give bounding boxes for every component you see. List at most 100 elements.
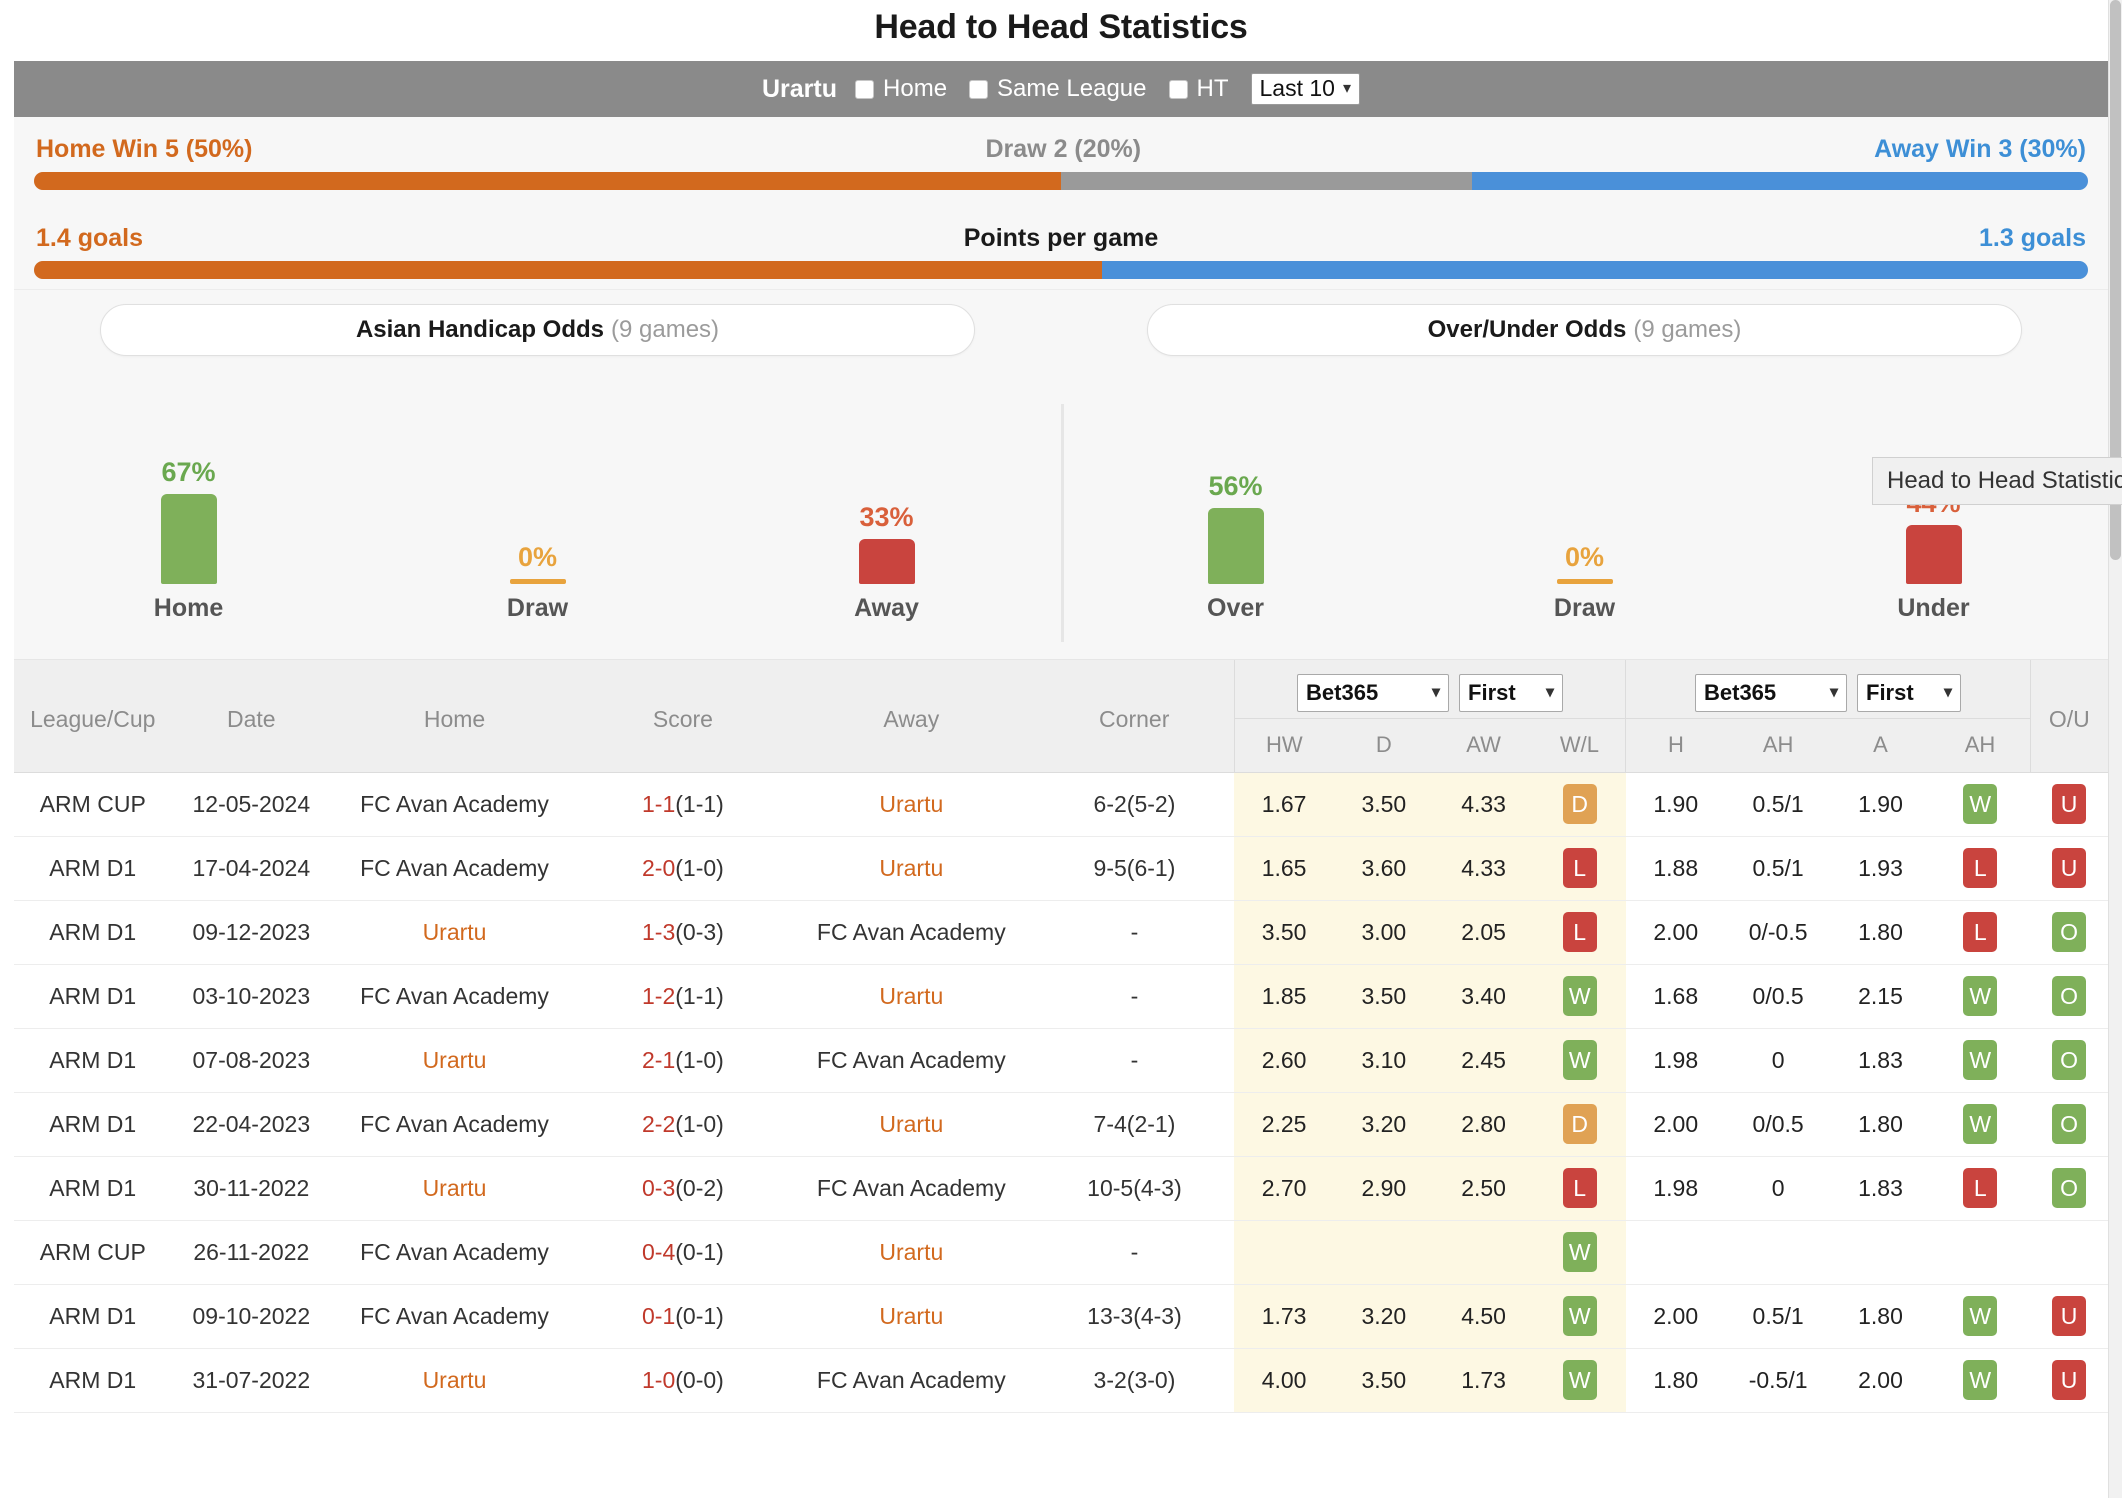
cell-corner: 10-5(4-3): [1087, 1174, 1182, 1201]
score-fulltime: 0-3: [642, 1174, 676, 1201]
checkbox-same-league-box[interactable]: [969, 79, 989, 99]
cell-over-under-result-badge: O: [2052, 912, 2087, 952]
table-row[interactable]: ARM D1 22-04-2023 FC Avan Academy 2-2(1-0) U…: [14, 1092, 2108, 1156]
cell-ah-handicap: 0.5/1: [1752, 854, 1804, 881]
score-fulltime: 1-3: [642, 918, 676, 945]
cell-win-loss: D: [1533, 1092, 1626, 1156]
cell-league: ARM D1: [49, 1046, 137, 1073]
cell-over-under-result-badge: U: [2052, 1360, 2087, 1400]
cell-ah-home-odds: 1.98: [1653, 1174, 1699, 1201]
table-row[interactable]: ARM D1 07-08-2023 Urartu 2-1(1-0) FC Avan Ac…: [14, 1028, 2108, 1092]
col-header-score[interactable]: Score: [577, 660, 788, 773]
cell-league: ARM D1: [49, 1110, 137, 1137]
chart-column-away: 33% Away: [712, 378, 1061, 659]
col-header-date[interactable]: Date: [171, 660, 332, 773]
table-row[interactable]: ARM CUP 12-05-2024 FC Avan Academy 1-1(1-1)…: [14, 772, 2108, 836]
cell-over-under-result-badge: U: [2052, 1296, 2087, 1336]
cell-away-win-odds: [1433, 1220, 1534, 1284]
checkbox-same-league[interactable]: Same League: [969, 75, 1147, 103]
cell-ah-home-odds: 1.68: [1653, 982, 1699, 1009]
table-row[interactable]: ARM D1 09-10-2022 FC Avan Academy 0-1(0-1) U…: [14, 1284, 2108, 1348]
cell-win-loss-badge: L: [1562, 912, 1597, 952]
checkbox-home[interactable]: Home: [855, 75, 947, 103]
cell-corner: 7-4(2-1): [1093, 1110, 1176, 1137]
col-header-away[interactable]: Away: [787, 660, 1035, 773]
col-header-aw[interactable]: AW: [1433, 718, 1534, 773]
col-header-corner[interactable]: Corner: [1034, 660, 1235, 773]
cell-over-under-result: U: [2030, 1284, 2108, 1348]
over-under-odds-button[interactable]: Over/Under Odds (9 games): [1147, 304, 2022, 356]
cell-away-team: Urartu: [879, 982, 944, 1009]
match-range-select[interactable]: Last 10 ▾: [1250, 73, 1360, 105]
col-header-ah2[interactable]: AH: [1930, 718, 2031, 773]
cell-home-team: FC Avan Academy: [360, 1238, 549, 1265]
cell-home-win-odds: 2.70: [1234, 1156, 1334, 1220]
table-row[interactable]: ARM D1 30-11-2022 Urartu 0-3(0-2) FC Avan Ac…: [14, 1156, 2108, 1220]
cell-ah-result: W: [1930, 1092, 2030, 1156]
cell-over-under-result: U: [2030, 1348, 2108, 1412]
cell-ah-result: W: [1930, 964, 2030, 1028]
chart-value-draw-ou: 0%: [1564, 542, 1605, 572]
checkbox-ht[interactable]: HT: [1168, 75, 1229, 103]
checkbox-home-label: Home: [883, 75, 948, 102]
col-header-home[interactable]: Home: [331, 660, 578, 773]
score-halftime: (0-0): [675, 1366, 724, 1393]
asian-handicap-odds-button[interactable]: Asian Handicap Odds (9 games): [100, 304, 975, 356]
tooltip: Head to Head Statistics: [1872, 457, 2122, 505]
home-win-label: Home Win 5 (50%): [36, 135, 253, 163]
cell-ah-handicap: 0.5/1: [1752, 1302, 1804, 1329]
cell-date: 03-10-2023: [192, 982, 311, 1009]
cell-score: 1-2(1-1): [578, 964, 788, 1028]
cell-ah-handicap: 0/0.5: [1752, 1110, 1804, 1137]
cell-corner: 9-5(6-1): [1093, 854, 1176, 881]
col-header-h[interactable]: H: [1625, 718, 1726, 773]
score-halftime: (1-1): [675, 982, 724, 1009]
cell-date: 22-04-2023: [192, 1110, 311, 1137]
cell-over-under-result: U: [2030, 772, 2108, 836]
col-header-over-under[interactable]: O/U: [2029, 660, 2108, 773]
cell-corner: 13-3(4-3): [1087, 1302, 1182, 1329]
col-header-wl[interactable]: W/L: [1533, 718, 1626, 773]
cell-date: 12-05-2024: [192, 790, 311, 817]
checkbox-home-box[interactable]: [855, 79, 875, 99]
bookmaker-select-2[interactable]: Bet365 ▾: [1695, 673, 1847, 712]
cell-home-team: Urartu: [422, 1046, 487, 1073]
cell-ah-result-badge: W: [1963, 1104, 1998, 1144]
chevron-down-icon: ▾: [1943, 683, 1952, 701]
cell-home-win-odds: 1.73: [1234, 1284, 1334, 1348]
cell-win-loss: W: [1533, 964, 1626, 1028]
cell-away-team: Urartu: [879, 854, 944, 881]
cell-draw-odds: [1333, 1220, 1434, 1284]
table-row[interactable]: ARM D1 17-04-2024 FC Avan Academy 2-0(1-0) U…: [14, 836, 2108, 900]
cell-away-team: FC Avan Academy: [816, 1366, 1006, 1393]
cell-draw-odds: 3.50: [1333, 964, 1434, 1028]
table-row[interactable]: ARM D1 31-07-2022 Urartu 1-0(0-0) FC Avan Ac…: [14, 1348, 2108, 1412]
cell-win-loss: W: [1533, 1284, 1626, 1348]
cell-away-team: Urartu: [879, 1110, 944, 1137]
cell-draw-odds: 3.50: [1333, 772, 1434, 836]
col-header-a[interactable]: A: [1830, 718, 1931, 773]
cell-ah-away-odds: 1.83: [1858, 1046, 1903, 1073]
table-body: ARM CUP 12-05-2024 FC Avan Academy 1-1(1-1)…: [14, 772, 2108, 1412]
odds-bar-charts: 67% Home 0% Draw 33% Away 56% Over 0% Dr…: [14, 378, 2108, 660]
phase-select-1[interactable]: First ▾: [1459, 673, 1564, 712]
cell-over-under-result-badge: O: [2052, 1040, 2087, 1080]
table-row[interactable]: ARM D1 09-12-2023 Urartu 1-3(0-3) FC Avan Ac…: [14, 900, 2108, 964]
cell-over-under-result: O: [2030, 1028, 2108, 1092]
col-header-hw[interactable]: HW: [1233, 718, 1334, 773]
odds-group-1-controls: Bet365 ▾ First ▾: [1233, 660, 1626, 719]
col-header-league[interactable]: League/Cup: [14, 660, 172, 773]
cell-ah-away-odds: 2.15: [1858, 982, 1903, 1009]
phase-select-2[interactable]: First ▾: [1857, 673, 1961, 712]
checkbox-ht-box[interactable]: [1168, 79, 1188, 99]
col-header-ah1[interactable]: AH: [1725, 718, 1831, 773]
cell-league: ARM D1: [49, 982, 137, 1009]
table-row[interactable]: ARM CUP 26-11-2022 FC Avan Academy 0-4(0-1)…: [14, 1220, 2108, 1284]
cell-win-loss: L: [1533, 1156, 1626, 1220]
bookmaker-select-1[interactable]: Bet365 ▾: [1297, 673, 1450, 712]
table-row[interactable]: ARM D1 03-10-2023 FC Avan Academy 1-2(1-1) U…: [14, 964, 2108, 1028]
cell-ah-handicap: 0: [1771, 1174, 1785, 1201]
page-scrollbar[interactable]: [2108, 0, 2122, 1498]
col-header-d[interactable]: D: [1333, 718, 1434, 773]
page-title: Head to Head Statistics: [874, 8, 1248, 46]
